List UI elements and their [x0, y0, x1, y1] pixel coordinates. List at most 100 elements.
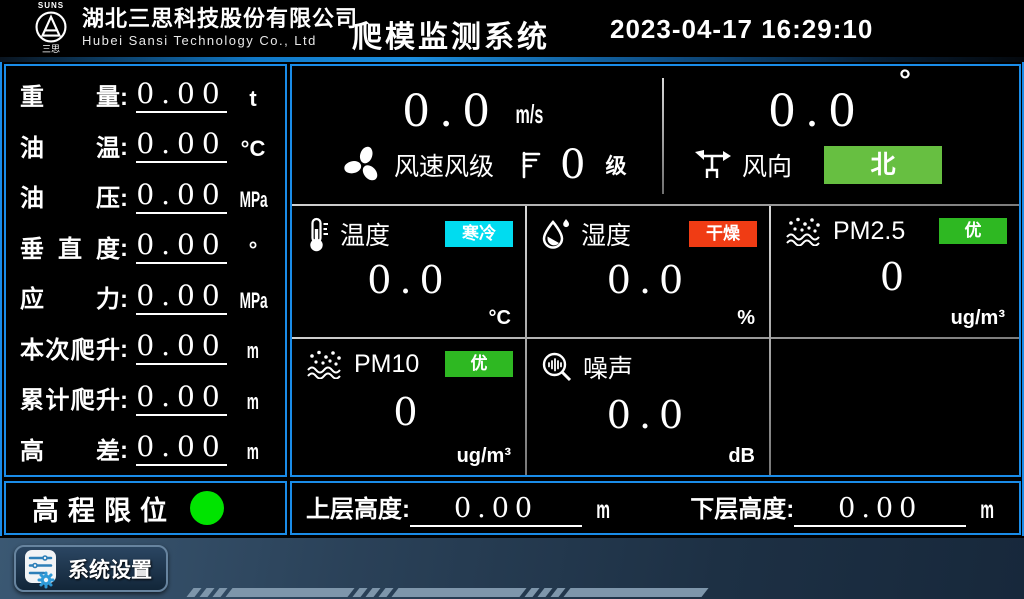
wind-level-value: 0: [560, 145, 585, 185]
sensor-card-pm25: PM2.5 优 0 ug/m³: [771, 206, 1019, 337]
gear-icon: [39, 573, 53, 587]
sensor-status-badge: 优: [445, 351, 513, 377]
environment-panel: 0.0 m/s 风速风级: [290, 64, 1021, 477]
sensor-value: 0.0: [306, 252, 513, 307]
elevation-limit-label: 高程限位: [32, 489, 176, 528]
page-title: 爬模监测系统: [352, 12, 550, 56]
lower-height-group: 下层高度: 0.00 m: [690, 489, 998, 527]
metric-row-oil-temp: 油温: 0.00 °C: [6, 118, 285, 169]
fan-icon: [342, 144, 384, 186]
wind-speed-section: 0.0 m/s 风速风级: [292, 66, 662, 204]
sensor-unit: dB: [541, 445, 757, 471]
metric-colon: :: [120, 387, 132, 416]
sensor-value: 0: [785, 246, 1007, 307]
metric-value: 0.00: [136, 383, 227, 416]
sensor-value: 0.0: [541, 252, 757, 307]
sensor-value: 0.0: [541, 385, 757, 445]
metric-unit: °C: [231, 136, 275, 163]
metric-value: 0.00: [136, 282, 227, 315]
wind-direction-label: 风向: [742, 147, 792, 183]
elevation-status-indicator: [190, 491, 224, 525]
metric-colon: :: [120, 185, 132, 214]
wind-vane-icon: [694, 150, 732, 180]
metric-row-current-climb: 本次爬升: 0.00 m: [6, 320, 285, 371]
taskbar-stripe-decoration: [190, 588, 725, 597]
metric-unit: m: [231, 439, 275, 466]
sensor-unit: ug/m³: [785, 307, 1007, 333]
metric-label: 垂直度: [20, 237, 120, 264]
sensor-name: 湿度: [581, 216, 631, 252]
datetime: 2023-04-17 16:29:10: [610, 14, 873, 45]
metric-label: 高差: [20, 439, 120, 466]
wind-speed-unit: m/s: [507, 99, 552, 130]
wind-direction-section: 0.0 ° 风向: [662, 66, 1017, 204]
metric-unit: °: [231, 237, 275, 264]
settings-sliders-icon: [24, 549, 60, 589]
wind-speed-value: 0.0: [402, 90, 499, 134]
screen-edge-left: [0, 62, 2, 536]
metric-unit: m: [231, 389, 275, 416]
layer-heights-panel: 上层高度: 0.00 m 下层高度: 0.00 m: [290, 481, 1021, 535]
lower-height-value: 0.00: [794, 495, 966, 527]
metric-unit: MPa: [231, 187, 275, 214]
metric-value: 0.00: [136, 130, 227, 163]
metric-colon: :: [120, 286, 132, 315]
settings-button[interactable]: 系统设置: [14, 545, 168, 592]
metric-unit: MPa: [231, 288, 275, 315]
metric-label: 本次爬升: [20, 338, 120, 365]
company-name: 湖北三思科技股份有限公司 Hubei Sansi Technology Co.,…: [82, 5, 358, 50]
upper-height-label: 上层高度:: [306, 489, 410, 527]
metric-label: 重量: [20, 85, 120, 112]
sensor-unit: ug/m³: [306, 445, 513, 471]
hmi-screen: SUNS 三思 湖北三思科技股份有限公司 Hubei Sansi Technol…: [0, 0, 1024, 599]
metrics-panel: 重量: 0.00 t 油温: 0.00 °C 油压: 0.00 MPa 垂直度:…: [4, 64, 287, 477]
wind-direction-badge: 北: [824, 146, 942, 184]
upper-height-value: 0.00: [410, 495, 582, 527]
logo-circle-icon: [34, 10, 68, 44]
pm25-particles-icon: [785, 216, 823, 246]
noise-icon: [541, 351, 573, 383]
metric-value: 0.00: [136, 332, 227, 365]
metric-label: 油压: [20, 186, 120, 213]
metric-row-total-climb: 累计爬升: 0.00 m: [6, 370, 285, 421]
sensor-card-temperature: 温度 寒冷 0.0 °C: [292, 206, 525, 337]
metric-colon: :: [120, 134, 132, 163]
sensor-card-humidity: 湿度 干燥 0.0 %: [527, 206, 769, 337]
droplet-icon: [541, 217, 571, 251]
sensor-unit: °C: [306, 307, 513, 333]
metric-row-weight: 重量: 0.00 t: [6, 67, 285, 118]
pm10-particles-icon: [306, 349, 344, 379]
sensor-status-badge: 寒冷: [445, 221, 513, 247]
header-divider: [0, 57, 1024, 62]
metric-value: 0.00: [136, 80, 227, 113]
sensor-name: 噪声: [583, 349, 633, 385]
header: SUNS 三思 湖北三思科技股份有限公司 Hubei Sansi Technol…: [0, 0, 1024, 57]
metric-label: 油温: [20, 136, 120, 163]
logo-suns-text: SUNS: [26, 1, 76, 10]
wind-divider: [662, 78, 664, 194]
elevation-limit-panel: 高程限位: [4, 481, 287, 535]
metric-colon: :: [120, 84, 132, 113]
sensor-status-badge: 干燥: [689, 221, 757, 247]
sensor-status-badge: 优: [939, 218, 1007, 244]
company-name-en: Hubei Sansi Technology Co., Ltd: [82, 32, 358, 50]
metric-row-height-diff: 高差: 0.00 m: [6, 421, 285, 472]
taskbar: 系统设置: [0, 538, 1024, 599]
company-logo: SUNS 三思: [26, 1, 76, 54]
metric-value: 0.00: [136, 433, 227, 466]
wind-section: 0.0 m/s 风速风级: [292, 66, 1019, 204]
metric-value: 0.00: [136, 181, 227, 214]
wind-direction-unit: °: [899, 66, 911, 96]
sensor-card-noise: 噪声 0.0 dB: [527, 339, 769, 475]
wind-flag-icon: [518, 149, 542, 181]
metric-unit: m: [231, 338, 275, 365]
metric-unit: t: [231, 86, 275, 113]
sensor-value: 0: [306, 379, 513, 445]
metric-colon: :: [120, 437, 132, 466]
upper-height-group: 上层高度: 0.00 m: [306, 489, 614, 527]
sensor-card-pm10: PM10 优 0 ug/m³: [292, 339, 525, 475]
metric-value: 0.00: [136, 231, 227, 264]
metric-colon: :: [120, 235, 132, 264]
company-name-cn: 湖北三思科技股份有限公司: [82, 5, 358, 32]
sensor-unit: %: [541, 307, 757, 333]
